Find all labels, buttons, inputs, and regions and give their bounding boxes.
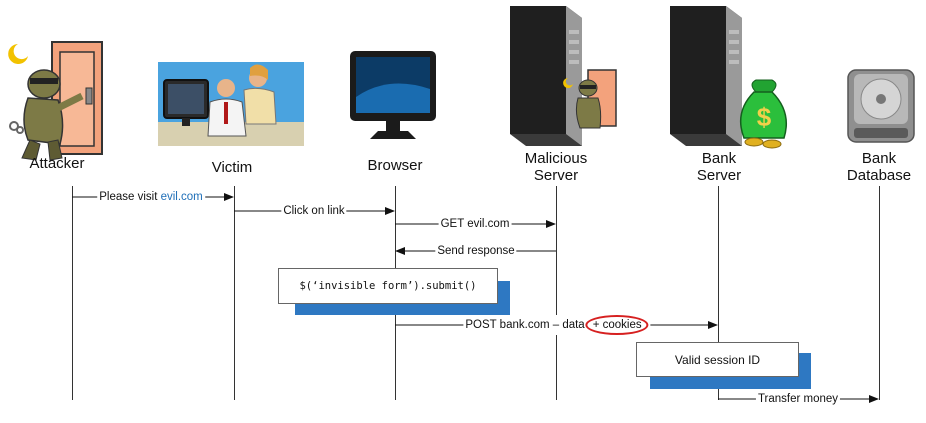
valid-session-text: Valid session ID [674, 352, 761, 367]
valid-session-box: Valid session ID [636, 342, 799, 377]
message-please-visit-text: Please visit [99, 191, 161, 203]
message-post-bank: POST bank.com – data + cookies [463, 315, 651, 335]
message-get-evil-com: GET evil.com [438, 217, 512, 231]
invisible-form-script-text: $(‘invisible form’).submit() [299, 280, 477, 292]
evil-com-link-text: evil.com [160, 191, 203, 203]
message-send-response: Send response [435, 244, 517, 258]
message-click-on-link: Click on link [281, 204, 347, 218]
message-transfer-money: Transfer money [755, 392, 841, 406]
message-post-bank-text: POST bank.com – data [465, 319, 585, 331]
message-please-visit: Please visit evil.com [97, 190, 205, 204]
invisible-form-script-box: $(‘invisible form’).submit() [278, 268, 498, 304]
cookies-highlight: + cookies [585, 315, 649, 335]
cookies-text: + cookies [592, 319, 642, 331]
